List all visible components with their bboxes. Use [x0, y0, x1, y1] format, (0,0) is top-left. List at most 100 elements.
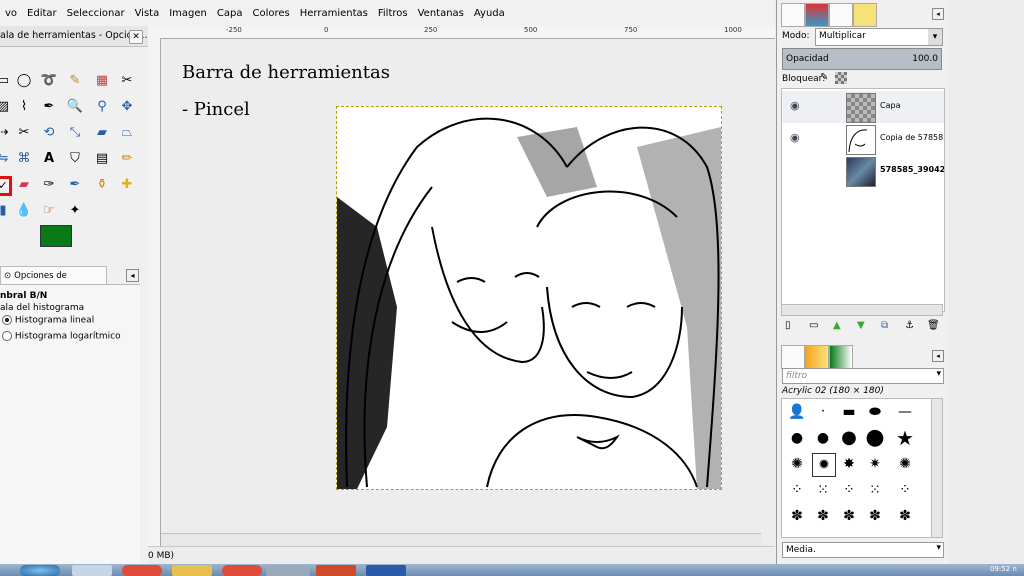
perspective-icon[interactable]: ⏢ — [118, 124, 136, 142]
ink-icon[interactable]: ✒ — [66, 176, 84, 194]
chrome-icon[interactable] — [222, 565, 262, 576]
duplicate-layer-icon[interactable]: ⧉ — [881, 320, 888, 331]
taskbar-app-icon[interactable] — [72, 565, 112, 576]
pencil-icon[interactable]: ✏ — [118, 150, 136, 168]
menu-windows[interactable]: Ventanas — [413, 8, 469, 19]
airbrush-icon[interactable]: ✑ — [40, 176, 58, 194]
gradients-tab-icon[interactable] — [829, 345, 853, 369]
menu-layer[interactable]: Capa — [212, 8, 248, 19]
rect-select-icon[interactable]: ▭ — [0, 72, 12, 90]
eraser-icon[interactable]: ▰ — [15, 176, 33, 194]
gimp-icon[interactable] — [266, 565, 310, 576]
heal-icon[interactable]: ✚ — [118, 176, 136, 194]
align-icon[interactable]: ⇢ — [0, 124, 12, 142]
brush-item[interactable]: ● — [838, 427, 860, 449]
paths-icon[interactable]: ⌇ — [15, 98, 33, 116]
layer-row[interactable]: ◉ Copia de 578585_39 — [782, 123, 944, 155]
brushes-scrollbar[interactable] — [931, 398, 943, 538]
crop-icon[interactable]: ✂ — [15, 124, 33, 142]
opacity-slider[interactable]: Opacidad 100.0 — [782, 48, 942, 70]
paths-tab-icon[interactable] — [829, 3, 853, 27]
brush-item[interactable]: ✽ — [864, 505, 886, 527]
close-icon[interactable]: ✕ — [129, 30, 143, 44]
menu-help[interactable]: Ayuda — [469, 8, 510, 19]
channels-tab-icon[interactable] — [805, 3, 829, 27]
brush-item[interactable]: ✷ — [864, 453, 886, 475]
brush-item[interactable]: ✽ — [812, 505, 834, 527]
lock-brush-icon[interactable]: ✎ — [820, 72, 828, 83]
lasso-icon[interactable]: ➰ — [40, 72, 58, 90]
brush-item[interactable]: ▬ — [838, 401, 860, 423]
color-picker-icon[interactable]: ✒ — [40, 98, 58, 116]
brush-item[interactable]: ✽ — [838, 505, 860, 527]
tab-menu-icon[interactable]: ◂ — [126, 269, 139, 282]
radio-log[interactable]: Histograma logarítmico — [2, 331, 121, 342]
brush-item[interactable]: ✺ — [894, 453, 916, 475]
horizontal-scrollbar[interactable] — [161, 533, 761, 546]
brush-item[interactable]: ✽ — [786, 505, 808, 527]
folder-icon[interactable] — [172, 565, 212, 576]
brush-item[interactable]: ⁙ — [864, 479, 886, 501]
brush-item[interactable]: ⁘ — [838, 479, 860, 501]
bucket-fill-icon[interactable]: ⛉ — [66, 150, 84, 168]
chrome-icon[interactable] — [122, 565, 162, 576]
brush-spacing-select[interactable]: Media. ▾ — [782, 542, 944, 558]
brush-item[interactable]: — — [894, 401, 916, 423]
layer-row[interactable]: ◉ Capa — [782, 91, 944, 123]
clone-icon[interactable]: ⚱ — [93, 176, 111, 194]
sketch-image[interactable] — [336, 106, 722, 490]
menu-image[interactable]: Imagen — [164, 8, 212, 19]
menu-colors[interactable]: Colores — [247, 8, 294, 19]
radio-linear[interactable]: Histograma lineal — [2, 315, 94, 326]
start-button-icon[interactable] — [20, 565, 60, 576]
brush-item-selected[interactable]: ✹ — [812, 453, 836, 477]
word-icon[interactable] — [366, 565, 406, 576]
zoom-icon[interactable]: 🔍 — [66, 98, 84, 116]
brush-item[interactable]: ✺ — [786, 453, 808, 475]
lock-alpha-icon[interactable] — [835, 72, 847, 84]
paintbrush-icon[interactable]: ✓ — [0, 176, 12, 196]
fuzzy-select-icon[interactable]: ✎ — [66, 72, 84, 90]
canvas-area[interactable]: Barra de herramientas - Pincel — [161, 39, 775, 533]
ellipse-select-icon[interactable]: ◯ — [15, 72, 33, 90]
menu-tools[interactable]: Herramientas — [295, 8, 373, 19]
blur-icon[interactable]: 💧 — [15, 202, 33, 220]
layer-row[interactable]: 578585_39042420 — [782, 155, 944, 187]
new-layer-icon[interactable]: ▯ — [785, 320, 791, 331]
raise-layer-icon[interactable]: ▲ — [833, 320, 841, 331]
brush-item[interactable]: 👤 — [786, 401, 808, 423]
gradient-icon[interactable]: ▤ — [93, 150, 111, 168]
brush-item[interactable]: ✸ — [838, 453, 860, 475]
undo-history-tab-icon[interactable] — [853, 3, 877, 27]
tab-menu-icon[interactable]: ◂ — [932, 8, 944, 20]
menu-filters[interactable]: Filtros — [373, 8, 413, 19]
brush-item[interactable]: ● — [786, 427, 808, 449]
patterns-tab-icon[interactable] — [805, 345, 829, 369]
scale-icon[interactable]: ⤡ — [66, 124, 84, 142]
layers-tab-icon[interactable] — [781, 3, 805, 27]
brush-item[interactable]: ● — [864, 427, 886, 449]
menu-edit[interactable]: Editar — [22, 8, 62, 19]
powerpoint-icon[interactable] — [316, 565, 356, 576]
eye-icon[interactable]: ◉ — [790, 99, 800, 112]
anchor-icon[interactable]: ⚓ — [905, 320, 914, 331]
brush-item[interactable]: ⁙ — [812, 479, 834, 501]
smudge-icon[interactable]: ☞ — [40, 202, 58, 220]
perspective-clone-icon[interactable]: ▮ — [0, 202, 12, 220]
mode-select[interactable]: Multiplicar ▾ — [815, 28, 943, 46]
brushes-tab-icon[interactable] — [781, 345, 805, 369]
tool-options-tab[interactable]: ⊙Opciones de herramienta — [0, 266, 107, 299]
foreground-color-swatch[interactable] — [40, 225, 72, 247]
rotate-icon[interactable]: ⟲ — [40, 124, 58, 142]
move-icon[interactable]: ✥ — [118, 98, 136, 116]
delete-layer-icon[interactable]: 🗑 — [927, 320, 940, 331]
eye-icon[interactable]: ◉ — [790, 131, 800, 144]
flip-icon[interactable]: ⇋ — [0, 150, 12, 168]
text-icon[interactable]: A — [40, 150, 58, 168]
brush-item[interactable]: ✽ — [894, 505, 916, 527]
foreground-select-icon[interactable]: ▨ — [0, 98, 12, 116]
layers-scrollbar[interactable] — [781, 304, 943, 316]
brush-item[interactable]: ⬬ — [864, 401, 886, 423]
layer-group-icon[interactable]: ▭ — [809, 320, 818, 331]
brush-item[interactable]: • — [812, 401, 834, 423]
